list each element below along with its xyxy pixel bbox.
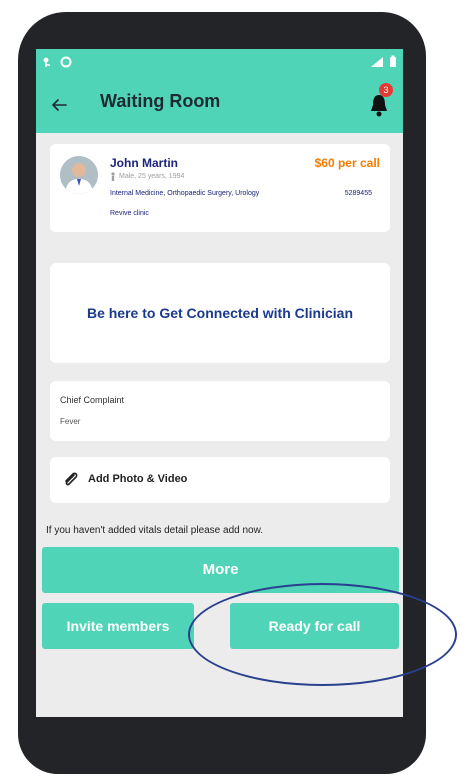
chief-complaint-label: Chief Complaint [60, 395, 125, 405]
chief-complaint-card[interactable]: Chief Complaint Fever [50, 381, 390, 441]
add-photo-video-label: Add Photo & Video [88, 473, 188, 485]
doctor-specialties: Internal Medicine, Orthopaedic Surgery, … [110, 190, 260, 197]
connect-message: Be here to Get Connected with Clinician [86, 305, 354, 321]
invite-members-button[interactable]: Invite members [42, 603, 194, 649]
doctor-meta-text: Male, 25 years, 1994 [119, 173, 185, 180]
sync-icon [60, 56, 72, 68]
app-notification-icon [43, 57, 50, 67]
connect-card: Be here to Get Connected with Clinician [50, 263, 390, 363]
doctor-avatar [60, 156, 98, 194]
doctor-photo [60, 156, 98, 194]
add-photo-video-button[interactable]: Add Photo & Video [50, 457, 390, 503]
doctor-id: 5289455 [344, 190, 372, 197]
notification-bell-button[interactable]: 3 [367, 83, 393, 119]
doctor-card[interactable]: John Martin Male, 25 years, 1994 $60 per… [50, 144, 390, 232]
clinic-name: Revive clinic [110, 210, 149, 217]
status-bar [36, 49, 403, 77]
price-per-call: $60 per call [314, 156, 380, 170]
signal-icon [371, 56, 383, 67]
app-bar: Waiting Room 3 [36, 77, 403, 133]
gender-icon [111, 172, 115, 181]
paperclip-icon [65, 472, 78, 486]
notification-badge: 3 [379, 83, 393, 97]
highlight-annotation-ellipse [188, 583, 457, 686]
page-title: Waiting Room [100, 91, 221, 111]
vitals-notice: If you haven't added vitals detail pleas… [46, 525, 264, 536]
doctor-name: John Martin [110, 156, 178, 170]
chief-complaint-value: Fever [60, 417, 81, 426]
battery-icon [390, 55, 396, 67]
doctor-meta: Male, 25 years, 1994 [110, 172, 184, 181]
back-arrow-icon[interactable] [46, 92, 72, 118]
